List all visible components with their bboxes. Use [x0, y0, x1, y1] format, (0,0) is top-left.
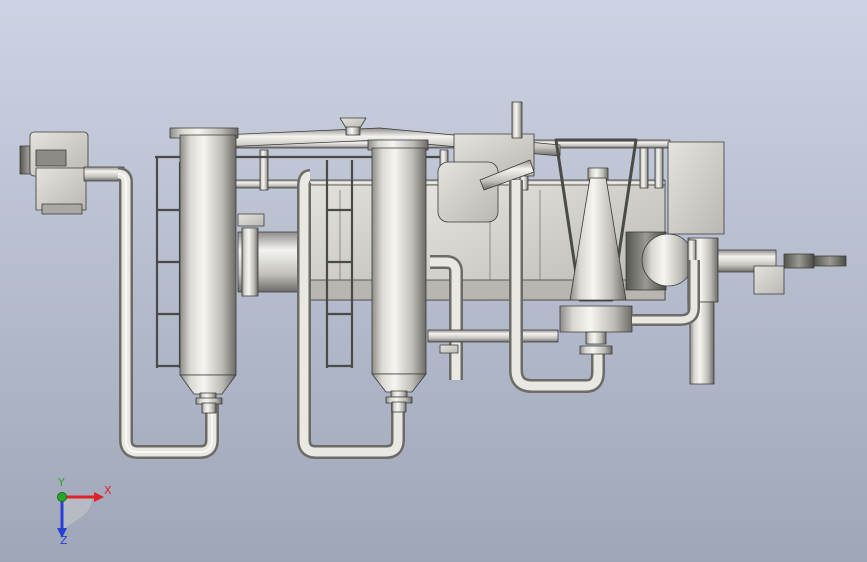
cyclone-vessel-2: [367, 139, 429, 413]
z-axis-label: Z: [60, 534, 68, 547]
x-axis-label: X: [104, 484, 112, 497]
y-axis-label: Y: [57, 476, 65, 489]
cad-viewport[interactable]: X Y Z: [0, 0, 867, 562]
cad-model-view[interactable]: X Y Z: [0, 0, 867, 562]
y-axis-dot: [57, 492, 67, 502]
cyclone-vessel-1: [169, 127, 239, 414]
